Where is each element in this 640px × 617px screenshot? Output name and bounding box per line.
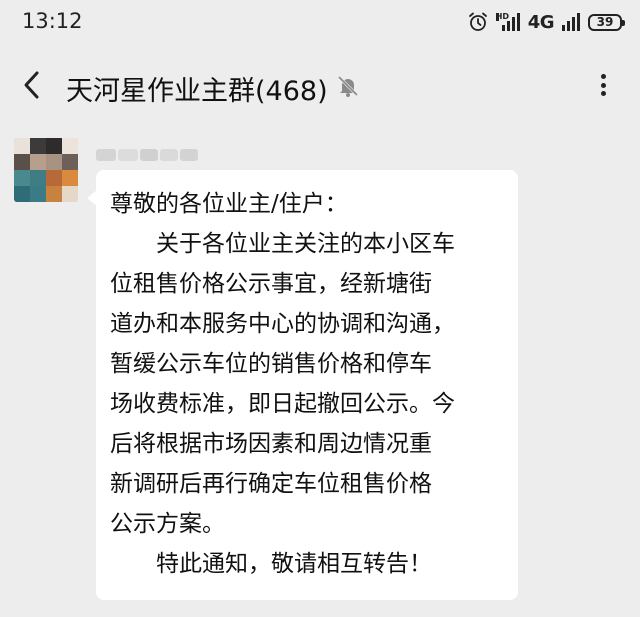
battery-level: 39 — [596, 15, 614, 29]
chat-title[interactable]: 天河星作业主群(468) — [66, 69, 328, 108]
signal-icon: HD — [495, 12, 520, 31]
sender-name-blurred — [96, 149, 198, 161]
mute-icon — [337, 75, 359, 97]
message-bubble[interactable]: 尊敬的各位业主/住户： 关于各位业主关注的本小区车 位租售价格公示事宜，经新塘街… — [87, 170, 518, 600]
alarm-icon — [468, 12, 487, 31]
message-line: 场收费标准，即日起撤回公示。今 — [110, 391, 455, 417]
hd-label: HD — [495, 12, 510, 21]
message-line: 特此通知，敬请相互转告！ — [156, 551, 432, 577]
message-line: 后将根据市场因素和周边情况重 — [110, 431, 432, 457]
status-icons: HD 4G 39 — [468, 10, 625, 34]
avatar[interactable] — [14, 138, 78, 202]
message-line: 暂缓公示车位的销售价格和停车 — [110, 351, 432, 377]
message-line: 道办和本服务中心的协调和沟通， — [110, 311, 455, 337]
message-line: 公示方案。 — [110, 511, 225, 537]
message-line: 尊敬的各位业主/住户： — [110, 191, 348, 217]
message-line: 新调研后再行确定车位租售价格 — [110, 471, 432, 497]
message-line: 关于各位业主关注的本小区车 — [156, 231, 455, 257]
signal-icon-2 — [562, 13, 580, 31]
chat-header: 天河星作业主群(468) — [0, 44, 640, 124]
back-icon[interactable] — [22, 70, 40, 100]
network-type: 4G — [527, 11, 555, 33]
status-time: 13:12 — [22, 9, 83, 33]
more-icon[interactable] — [592, 74, 614, 96]
battery-icon: 39 — [588, 13, 625, 31]
status-bar: 13:12 HD 4G 39 — [0, 0, 640, 44]
message-line: 位租售价格公示事宜，经新塘街 — [110, 271, 432, 297]
